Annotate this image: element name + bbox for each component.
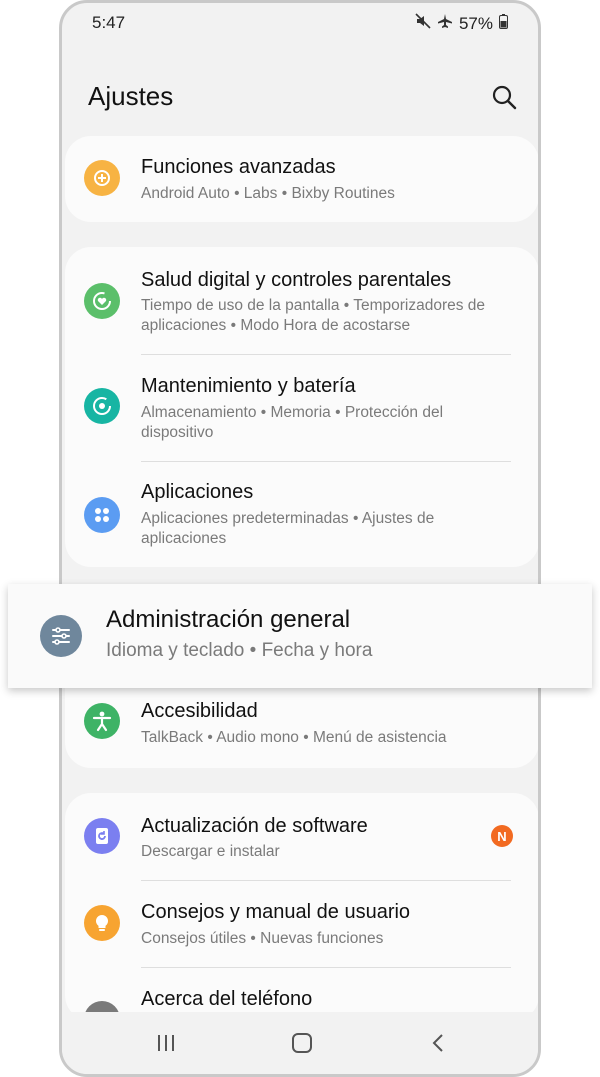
battery-icon <box>499 13 508 34</box>
item-subtitle: Almacenamiento • Memoria • Protección de… <box>141 404 444 441</box>
navigation-bar <box>62 1012 538 1074</box>
status-bar: 5:47 57% <box>62 3 538 43</box>
item-digital-wellbeing[interactable]: Salud digital y controles parentales Tie… <box>65 247 538 351</box>
advanced-features-icon <box>84 160 120 196</box>
item-advanced[interactable]: Funciones avanzadas Android Auto • Labs … <box>65 136 538 222</box>
item-apps[interactable]: Aplicaciones Aplicaciones predeterminada… <box>65 462 538 567</box>
item-subtitle: Descargar e instalar <box>141 843 280 860</box>
back-icon[interactable] <box>424 1030 454 1056</box>
home-icon[interactable] <box>287 1030 317 1056</box>
item-general-management[interactable]: Administración general Idioma y teclado … <box>8 584 592 688</box>
item-software-update[interactable]: Actualización de software Descargar e in… <box>65 793 538 880</box>
item-title: Acerca del teléfono <box>141 988 313 1010</box>
digital-wellbeing-icon <box>84 283 120 319</box>
recents-icon[interactable] <box>151 1030 181 1056</box>
item-title: Salud digital y controles parentales <box>141 269 452 291</box>
item-title: Funciones avanzadas <box>141 156 336 178</box>
item-title: Mantenimiento y batería <box>141 375 356 397</box>
item-subtitle: TalkBack • Audio mono • Menú de asistenc… <box>141 729 447 746</box>
status-icons: 57% <box>415 13 508 34</box>
search-icon[interactable] <box>490 83 518 111</box>
battery-percent: 57% <box>458 13 493 33</box>
airplane-icon <box>437 13 453 34</box>
item-title: Accesibilidad <box>141 700 258 722</box>
card-device: Salud digital y controles parentales Tie… <box>65 247 538 567</box>
item-title: Consejos y manual de usuario <box>141 901 411 923</box>
general-management-icon <box>40 615 82 657</box>
item-accessibility[interactable]: Accesibilidad TalkBack • Audio mono • Me… <box>65 685 538 768</box>
phone-frame: 5:47 57% Ajustes Funciones avanzadas And… <box>59 0 541 1077</box>
item-title: Administración general <box>106 606 351 633</box>
card-support: Actualización de software Descargar e in… <box>65 793 538 1021</box>
item-subtitle: Aplicaciones predeterminadas • Ajustes d… <box>141 510 435 547</box>
item-maintenance[interactable]: Mantenimiento y batería Almacenamiento •… <box>65 355 538 461</box>
accessibility-icon <box>84 703 120 739</box>
item-title: Aplicaciones <box>141 481 254 503</box>
page-title: Ajustes <box>88 81 174 111</box>
status-time: 5:47 <box>92 13 126 32</box>
item-tips[interactable]: Consejos y manual de usuario Consejos út… <box>65 881 538 967</box>
item-title: Actualización de software <box>141 815 368 837</box>
item-subtitle: Idioma y teclado • Fecha y hora <box>106 640 373 661</box>
maintenance-icon <box>84 388 120 424</box>
tips-icon <box>84 905 120 941</box>
item-subtitle: Tiempo de uso de la pantalla • Temporiza… <box>141 297 486 334</box>
mute-icon <box>415 13 431 34</box>
new-badge: N <box>491 825 513 847</box>
apps-icon <box>84 497 120 533</box>
item-subtitle: Consejos útiles • Nuevas funciones <box>141 930 384 947</box>
card-advanced: Funciones avanzadas Android Auto • Labs … <box>65 136 538 222</box>
item-subtitle: Android Auto • Labs • Bixby Routines <box>141 185 395 202</box>
software-update-icon <box>84 818 120 854</box>
